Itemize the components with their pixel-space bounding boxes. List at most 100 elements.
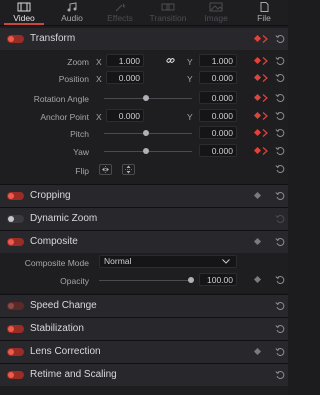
- transform-header[interactable]: Transform: [0, 28, 288, 50]
- zoom-reset-icon[interactable]: [275, 56, 285, 66]
- zoom-y-field[interactable]: 1.000: [199, 54, 237, 67]
- retime-scaling-toggle[interactable]: [7, 371, 24, 379]
- position-y-field[interactable]: 0.000: [199, 71, 237, 84]
- speed-change-toggle[interactable]: [7, 302, 24, 310]
- retime-scaling-reset-icon[interactable]: [275, 370, 285, 380]
- flip-vertical-button[interactable]: [122, 164, 135, 175]
- dynamic-zoom-reset-icon[interactable]: [275, 214, 285, 224]
- chevron-right-icon[interactable]: [262, 35, 269, 43]
- opacity-field[interactable]: 100.00: [199, 273, 237, 286]
- rotation-angle-field[interactable]: 0.000: [199, 91, 237, 104]
- flip-horizontal-button[interactable]: [99, 164, 112, 175]
- lens-correction-header[interactable]: Lens Correction: [0, 341, 288, 363]
- stabilization-toggle[interactable]: [7, 325, 24, 333]
- anchor-chevron-icon[interactable]: [262, 112, 269, 120]
- opacity-keyframe-icon[interactable]: [253, 275, 262, 284]
- composite-keyframe-icon[interactable]: [253, 237, 262, 246]
- reset-icon[interactable]: [275, 34, 285, 44]
- stabilization-header[interactable]: Stabilization: [0, 318, 288, 340]
- transform-toggle[interactable]: [7, 35, 24, 43]
- zoom-y-axis-label: Y: [187, 57, 193, 67]
- dynamic-zoom-toggle[interactable]: [7, 215, 24, 223]
- opacity-slider-track[interactable]: [99, 280, 192, 281]
- yaw-reset-icon[interactable]: [275, 146, 285, 156]
- position-y-axis-label: Y: [187, 74, 193, 84]
- flip-reset-icon[interactable]: [275, 164, 285, 174]
- position-reset-icon[interactable]: [275, 73, 285, 83]
- yaw-chevron-icon[interactable]: [262, 147, 269, 155]
- flip-label: Flip: [75, 166, 89, 176]
- tab-video[interactable]: Video: [0, 0, 48, 25]
- yaw-field[interactable]: 0.000: [199, 144, 237, 157]
- audio-icon: [67, 2, 77, 12]
- cropping-keyframe-icon[interactable]: [253, 191, 262, 200]
- anchor-keyframe-icon[interactable]: [253, 111, 262, 120]
- anchor-y-field[interactable]: 0.000: [199, 109, 237, 122]
- tab-image[interactable]: Image: [192, 0, 240, 25]
- opacity-label: Opacity: [60, 276, 89, 286]
- tab-file[interactable]: File: [240, 0, 288, 25]
- composite-mode-value: Normal: [104, 256, 132, 266]
- tab-audio-label: Audio: [61, 13, 83, 23]
- cropping-title: Cropping: [30, 190, 71, 201]
- video-icon: [17, 2, 31, 12]
- speed-change-header[interactable]: Speed Change: [0, 295, 288, 317]
- rotation-angle-label: Rotation Angle: [33, 94, 89, 104]
- tab-image-label: Image: [204, 13, 228, 23]
- lens-correction-title: Lens Correction: [30, 346, 101, 357]
- dynamic-zoom-title: Dynamic Zoom: [30, 213, 98, 224]
- yaw-slider-knob[interactable]: [143, 148, 149, 154]
- link-icon[interactable]: [166, 56, 175, 65]
- pitch-field[interactable]: 0.000: [199, 126, 237, 139]
- composite-mode-select[interactable]: Normal: [99, 255, 237, 268]
- flip-horizontal-icon: [102, 166, 109, 173]
- anchor-x-axis-label: X: [96, 112, 102, 122]
- yaw-keyframe-icon[interactable]: [253, 146, 262, 155]
- rotation-keyframe-icon[interactable]: [253, 93, 262, 102]
- anchor-point-label: Anchor Point: [40, 112, 89, 122]
- bottom-spacer: [0, 386, 288, 395]
- anchor-reset-icon[interactable]: [275, 111, 285, 121]
- transform-body: Zoom X 1.000 Y 1.000 Position X 0.000 Y …: [0, 50, 288, 184]
- lens-correction-toggle[interactable]: [7, 348, 24, 356]
- cropping-header[interactable]: Cropping: [0, 185, 288, 207]
- zoom-keyframe-icon[interactable]: [253, 56, 262, 65]
- dynamic-zoom-header[interactable]: Dynamic Zoom: [0, 208, 288, 230]
- tab-audio[interactable]: Audio: [48, 0, 96, 25]
- composite-mode-label: Composite Mode: [24, 258, 89, 268]
- pitch-keyframe-icon[interactable]: [253, 128, 262, 137]
- pitch-slider-knob[interactable]: [143, 130, 149, 136]
- opacity-reset-icon[interactable]: [275, 275, 285, 285]
- pitch-reset-icon[interactable]: [275, 128, 285, 138]
- position-x-axis-label: X: [96, 74, 102, 84]
- tab-transition[interactable]: Transition: [144, 0, 192, 25]
- composite-reset-icon[interactable]: [275, 237, 285, 247]
- rotation-slider-knob[interactable]: [143, 95, 149, 101]
- composite-header[interactable]: Composite: [0, 231, 288, 253]
- tab-effects[interactable]: Effects: [96, 0, 144, 25]
- pitch-chevron-icon[interactable]: [262, 129, 269, 137]
- composite-toggle[interactable]: [7, 238, 24, 246]
- position-x-field[interactable]: 0.000: [106, 71, 144, 84]
- yaw-label: Yaw: [73, 147, 89, 157]
- position-keyframe-icon[interactable]: [253, 73, 262, 82]
- retime-scaling-header[interactable]: Retime and Scaling: [0, 364, 288, 386]
- cropping-toggle[interactable]: [7, 192, 24, 200]
- transform-keyframe-icon[interactable]: [253, 34, 262, 43]
- stabilization-reset-icon[interactable]: [275, 324, 285, 334]
- anchor-y-axis-label: Y: [187, 112, 193, 122]
- zoom-chevron-icon[interactable]: [262, 57, 269, 65]
- opacity-slider-knob[interactable]: [188, 277, 194, 283]
- anchor-x-field[interactable]: 0.000: [106, 109, 144, 122]
- position-chevron-icon[interactable]: [262, 74, 269, 82]
- speed-change-reset-icon[interactable]: [275, 301, 285, 311]
- retime-scaling-title: Retime and Scaling: [30, 369, 117, 380]
- cropping-reset-icon[interactable]: [275, 191, 285, 201]
- zoom-x-field[interactable]: 1.000: [106, 54, 144, 67]
- transform-title: Transform: [30, 33, 76, 44]
- lens-correction-reset-icon[interactable]: [275, 347, 285, 357]
- rotation-chevron-icon[interactable]: [262, 94, 269, 102]
- lens-correction-keyframe-icon[interactable]: [253, 347, 262, 356]
- zoom-x-axis-label: X: [96, 57, 102, 67]
- rotation-reset-icon[interactable]: [275, 93, 285, 103]
